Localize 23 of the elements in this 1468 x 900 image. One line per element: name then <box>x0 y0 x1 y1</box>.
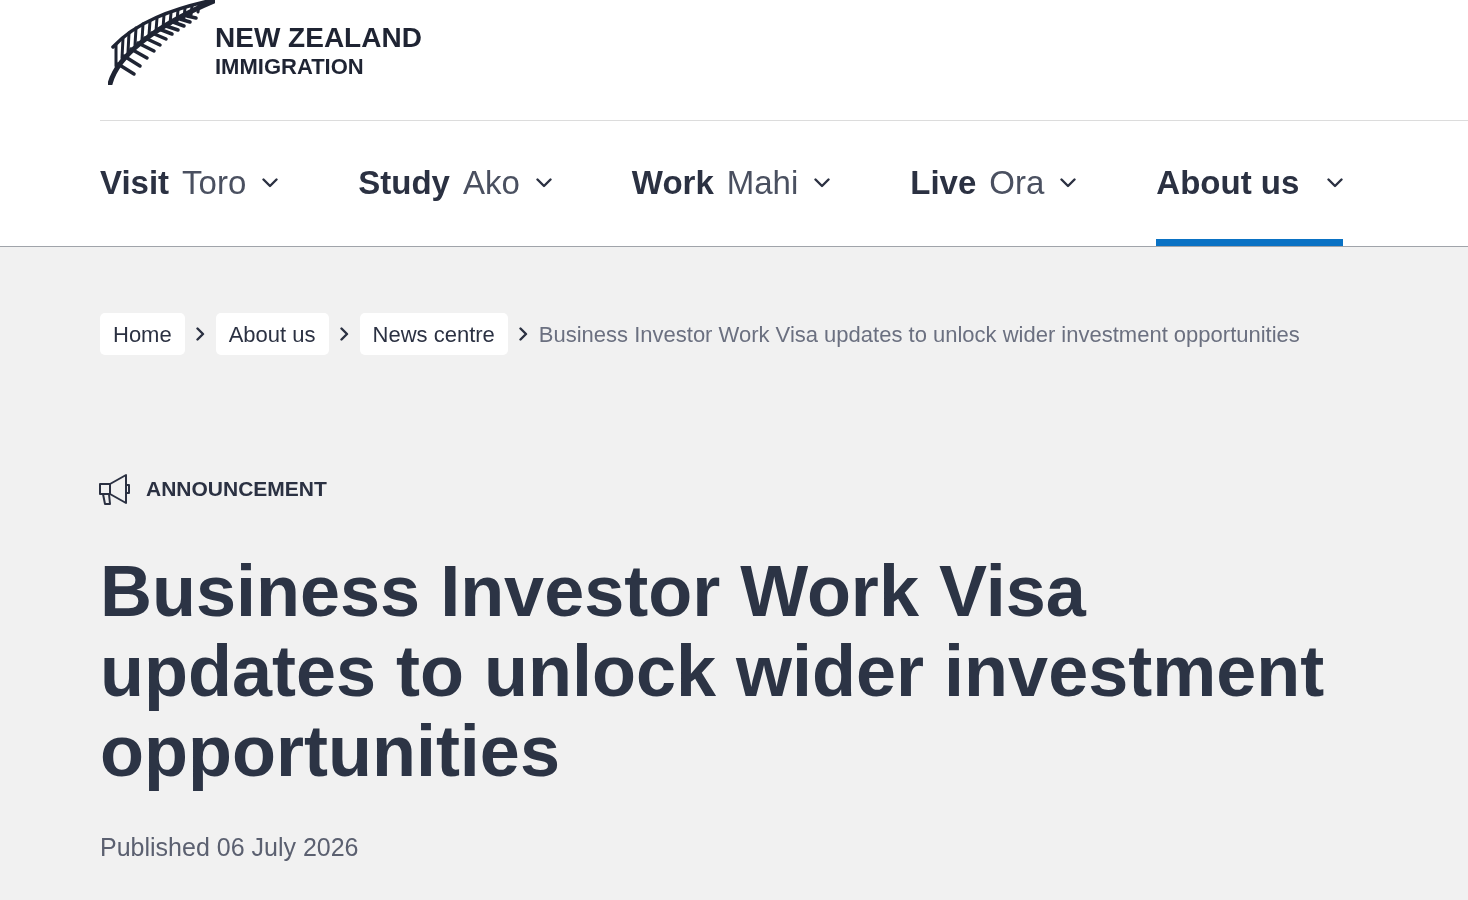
breadcrumb-link[interactable]: News centre <box>359 313 508 355</box>
nav-tab[interactable]: Live Ora <box>910 160 1077 246</box>
chevron-right-icon <box>518 327 528 341</box>
breadcrumb-current: Business Investor Work Visa updates to unlock wider investment opportunities <box>538 320 1300 349</box>
chevron-down-icon <box>535 178 552 188</box>
breadcrumb-link[interactable]: Home <box>100 313 185 355</box>
fern-icon[interactable] <box>108 0 215 85</box>
category-label: ANNOUNCEMENT <box>146 476 327 502</box>
chevron-down-icon <box>1327 178 1344 188</box>
nav-tab[interactable]: Study Ako <box>358 160 552 246</box>
published-date: Published 06 July 2026 <box>100 832 359 863</box>
chevron-down-icon <box>814 178 831 188</box>
logo-text[interactable]: IMMIGRATION <box>215 54 422 80</box>
megaphone-icon <box>98 472 133 506</box>
chevron-down-icon <box>262 178 279 188</box>
chevron-right-icon <box>339 327 349 341</box>
chevron-right-icon <box>195 327 205 341</box>
article-title: Business Investor Work Visa updates to unlock wider investment opportunities <box>100 551 1326 791</box>
chevron-down-icon <box>1060 178 1077 188</box>
logo-text[interactable]: NEW ZEALAND <box>215 22 422 54</box>
nav-tab[interactable]: Visit Toro <box>100 160 279 246</box>
breadcrumb-link[interactable]: About us <box>215 313 329 355</box>
nav-tab[interactable]: Work Mahi <box>631 160 831 246</box>
